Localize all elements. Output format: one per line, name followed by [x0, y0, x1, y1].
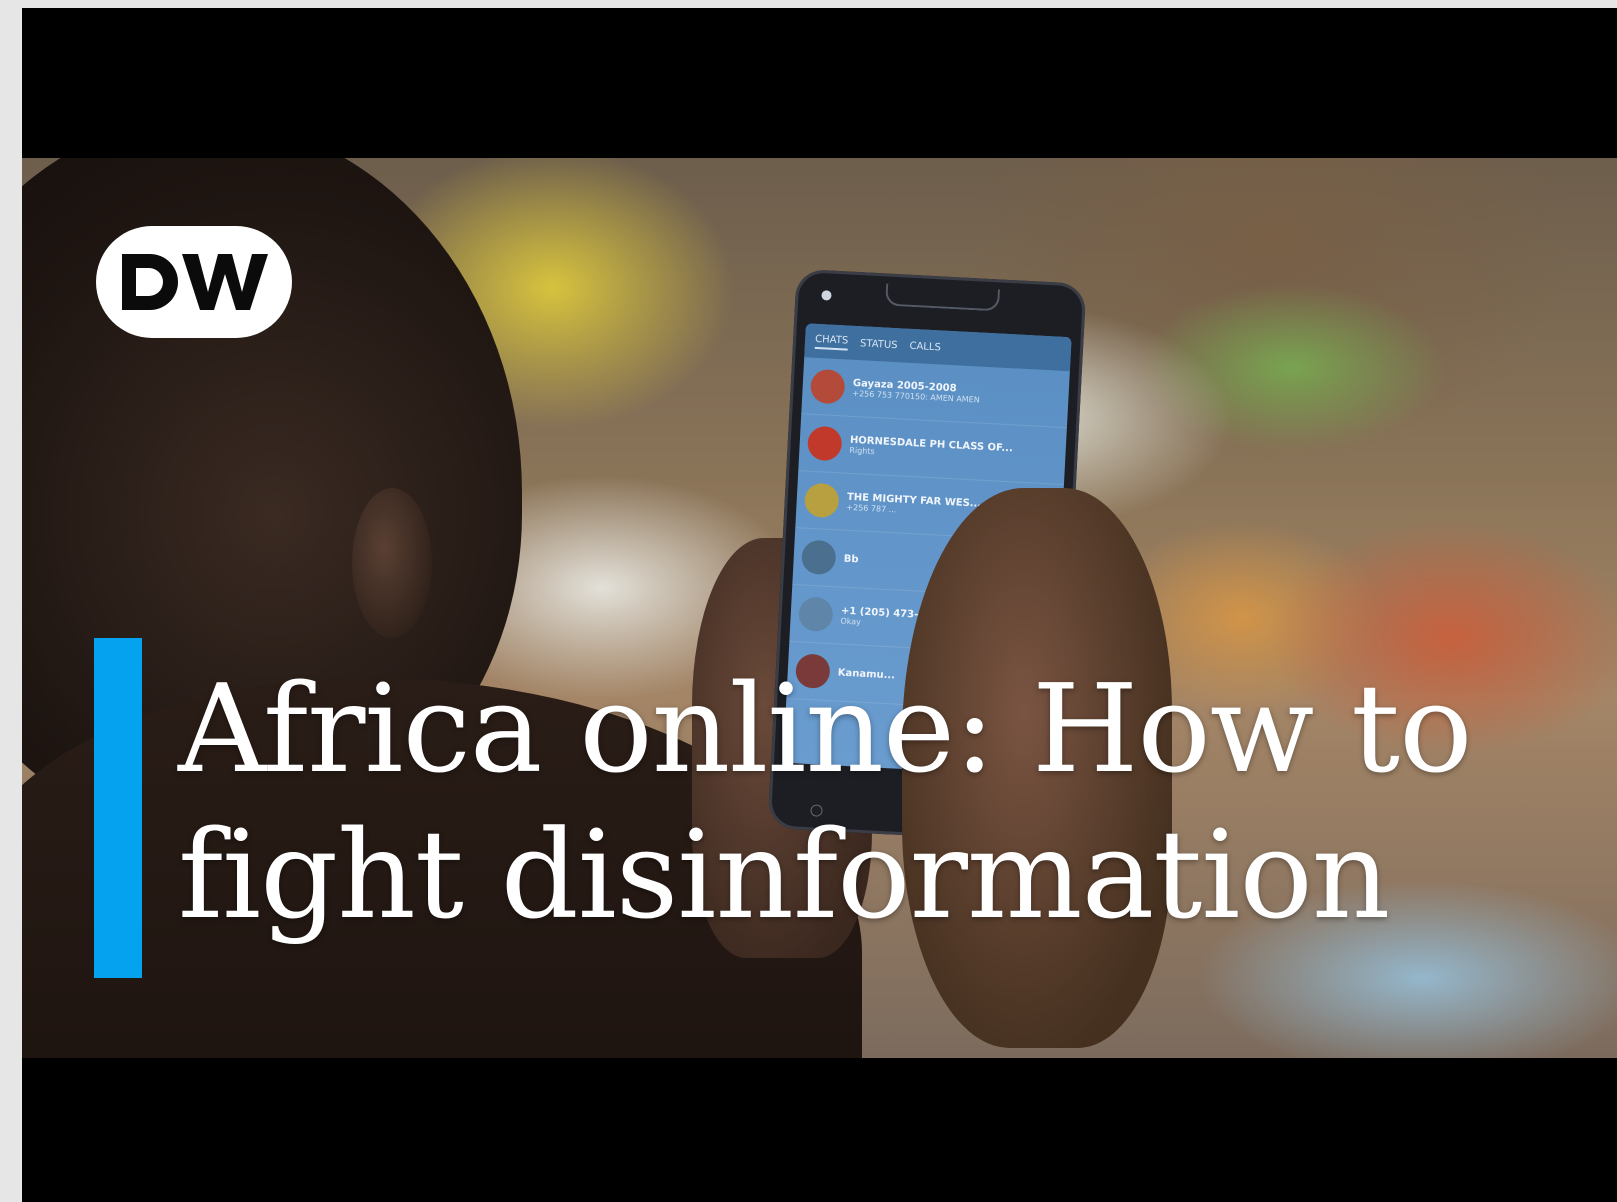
phone-tab-calls: CALLS — [909, 340, 942, 353]
video-thumbnail[interactable]: CHATS STATUS CALLS Gayaza 2005-2008 +256… — [22, 8, 1617, 1202]
camera-dot — [821, 290, 832, 301]
chat-avatar — [800, 539, 837, 576]
title-accent-bar — [94, 638, 142, 978]
dw-logo — [96, 226, 292, 338]
person-ear — [352, 488, 432, 638]
letterbox-bottom — [22, 1058, 1617, 1202]
chat-name: Bb — [843, 553, 859, 565]
title-line-2: fight disinformation — [178, 804, 1390, 946]
thumbnail-frame: CHATS STATUS CALLS Gayaza 2005-2008 +256… — [0, 0, 1617, 1202]
chat-avatar — [809, 368, 846, 405]
phone-tab-chats: CHATS — [814, 333, 849, 351]
chat-avatar — [806, 425, 843, 462]
chat-avatar — [797, 596, 834, 633]
phone-notch — [885, 283, 1001, 312]
title-line-1: Africa online: How to — [178, 658, 1473, 800]
phone-tab-status: STATUS — [859, 337, 898, 351]
video-title: Africa online: How to fight disinformati… — [178, 656, 1598, 948]
letterbox-top — [22, 8, 1617, 158]
chat-avatar — [803, 482, 840, 519]
